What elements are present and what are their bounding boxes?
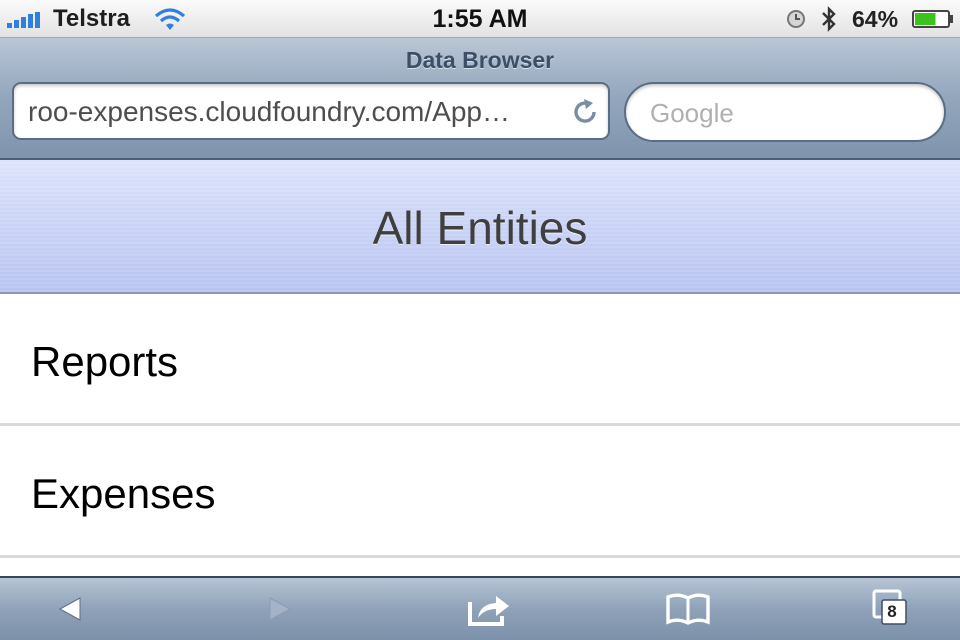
forward-arrow-icon	[269, 597, 292, 621]
list-item-reports[interactable]: Reports	[0, 294, 960, 426]
share-icon	[468, 596, 509, 626]
back-button[interactable]	[40, 584, 100, 634]
url-text: roo-expenses.cloudfoundry.com/App…	[28, 97, 510, 127]
bluetooth-icon	[822, 6, 836, 32]
list-item-label: Reports	[31, 338, 179, 385]
back-arrow-icon	[58, 597, 81, 621]
status-time: 1:55 AM	[432, 5, 528, 33]
pages-button[interactable]: 8	[864, 584, 920, 634]
status-bar: Telstra 1:55 AM 64%	[0, 0, 960, 38]
share-button[interactable]	[456, 584, 520, 634]
forward-button[interactable]	[250, 584, 310, 634]
bookmarks-button[interactable]	[656, 584, 720, 634]
url-field[interactable]: roo-expenses.cloudfoundry.com/App…	[12, 82, 610, 140]
page-title: Data Browser	[405, 47, 555, 73]
battery-percent: 64%	[852, 6, 899, 32]
reload-icon[interactable]	[569, 96, 601, 128]
pages-count: 8	[887, 602, 897, 621]
battery-icon	[912, 10, 953, 28]
alarm-clock-icon	[787, 10, 805, 28]
entity-list: Reports Expenses	[0, 294, 960, 558]
list-item-label: Expenses	[31, 470, 216, 517]
list-item-expenses[interactable]: Expenses	[0, 426, 960, 558]
browser-toolbar: Data Browser roo-expenses.cloudfoundry.c…	[0, 38, 960, 160]
search-placeholder: Google	[650, 98, 734, 128]
bookmarks-icon	[666, 593, 710, 625]
bottom-toolbar: 8	[0, 576, 960, 640]
page-header: All Entities	[0, 160, 960, 294]
header-title: All Entities	[372, 202, 588, 254]
search-input[interactable]: Google	[624, 82, 946, 142]
